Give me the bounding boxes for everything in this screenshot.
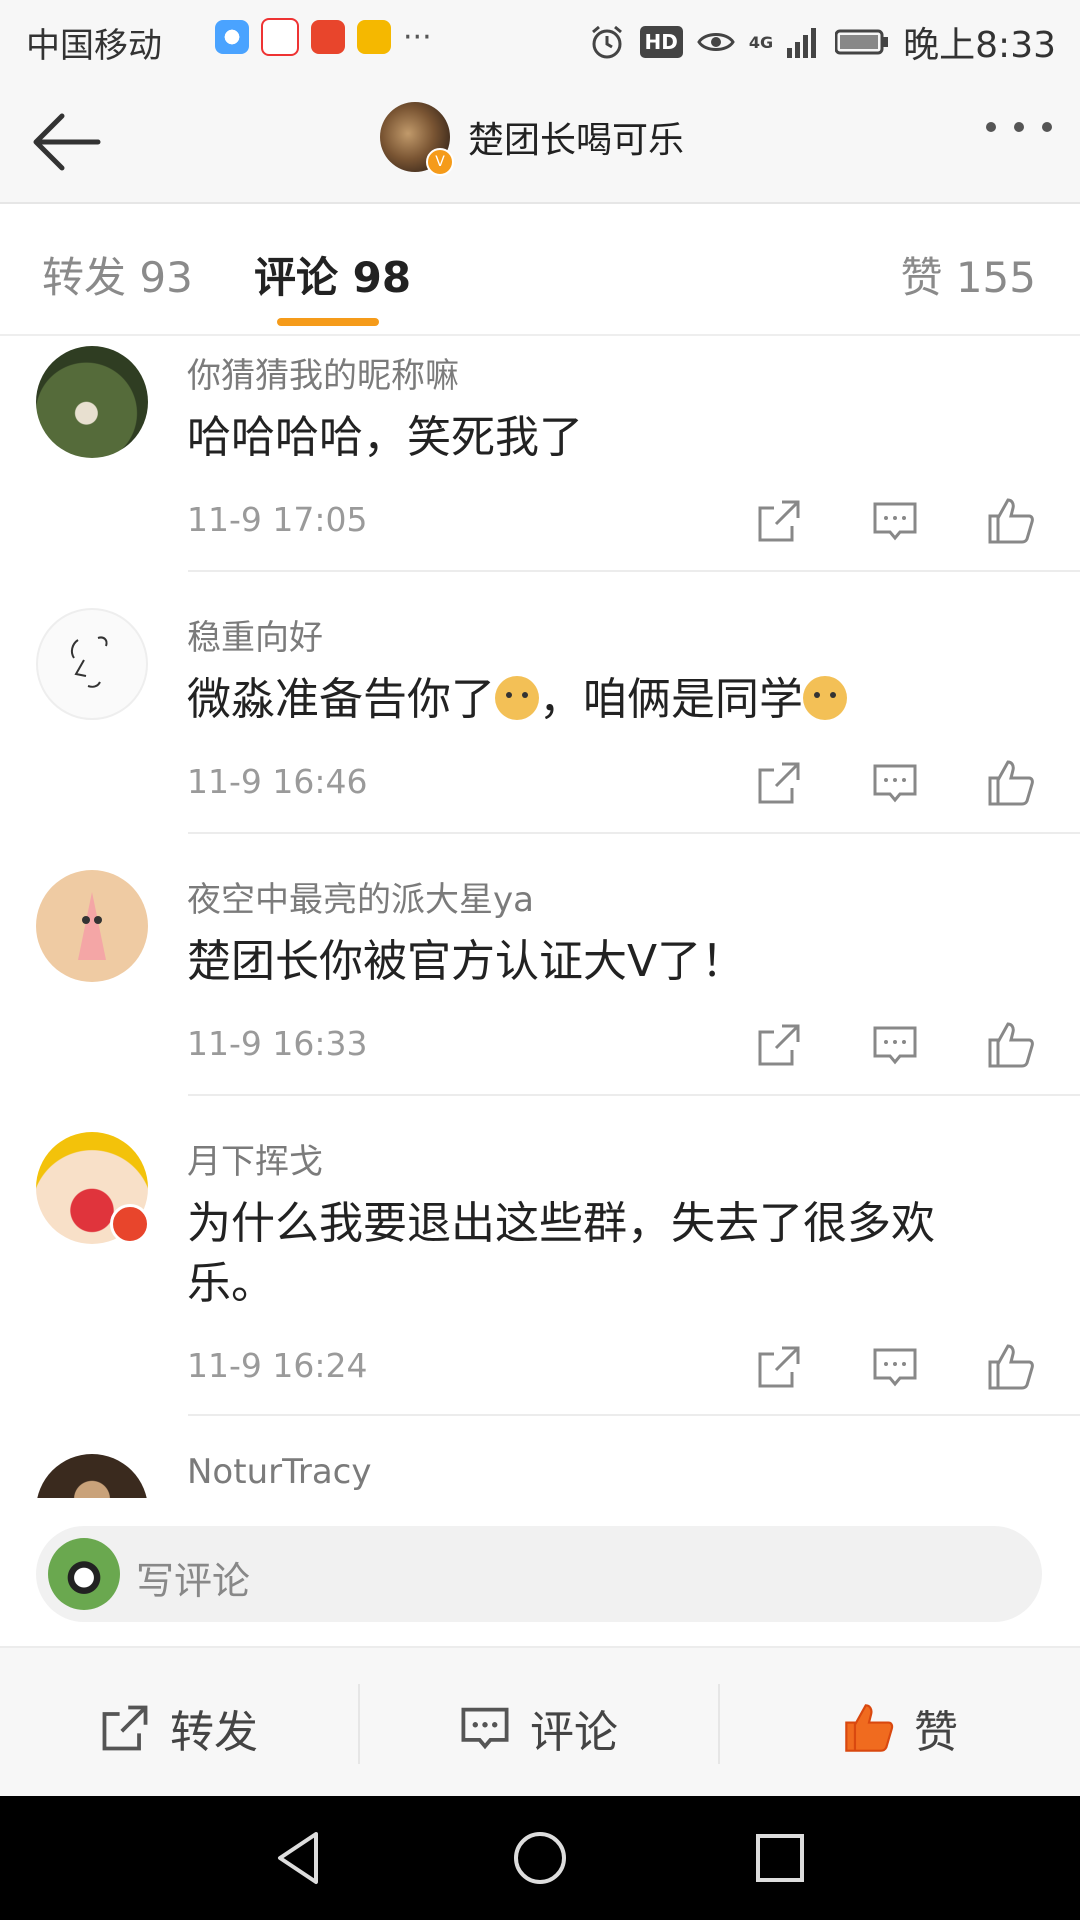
comment-icon: [461, 1707, 509, 1750]
comment-divider: [188, 1094, 1080, 1096]
comment-list[interactable]: 你猜猜我的昵称嘛 哈哈哈哈，笑死我了 11-9 17:05 稳重向好 微淼准备告…: [0, 336, 1080, 1498]
comment-input-placeholder: 写评论: [136, 1559, 251, 1603]
comment-button[interactable]: 评论: [458, 1696, 618, 1760]
clock-label: 晚上8:33: [903, 25, 1056, 66]
comment-button-label: 评论: [530, 1707, 618, 1758]
doge-emoji-icon: [803, 676, 847, 720]
comment-text-part: ，咱俩是同学: [539, 674, 803, 725]
tab-reposts[interactable]: 转发 93: [42, 244, 193, 305]
like-icon[interactable]: [986, 1342, 1036, 1392]
avatar[interactable]: [36, 346, 148, 458]
active-tab-indicator: [277, 318, 379, 326]
hd-badge: HD: [639, 26, 683, 58]
like-button[interactable]: 赞: [842, 1696, 958, 1760]
status-bar: 中国移动 ··· HD 4G 晚上8:33: [0, 0, 1080, 76]
like-icon[interactable]: [986, 758, 1036, 808]
reply-icon[interactable]: [870, 496, 920, 546]
avatar[interactable]: [36, 1132, 150, 1244]
weibo-icon: [357, 20, 391, 54]
share-icon: [102, 1705, 148, 1751]
comment-text: 哈哈哈哈，笑死我了: [187, 412, 583, 463]
divider: [718, 1684, 720, 1764]
nav-home-icon[interactable]: [508, 1826, 572, 1890]
comment-divider: [188, 1414, 1080, 1416]
comment-input[interactable]: 写评论: [36, 1526, 1042, 1622]
tab-comments[interactable]: 评论 98: [254, 244, 411, 305]
signal-icon: [787, 28, 817, 58]
comment-item: 你猜猜我的昵称嘛 哈哈哈哈，笑死我了 11-9 17:05: [0, 336, 1080, 598]
tab-likes[interactable]: 赞 155: [900, 244, 1036, 305]
page-title[interactable]: 楚团长喝可乐: [468, 111, 684, 163]
doge-emoji-icon: [495, 676, 539, 720]
patrick-star-icon: [78, 892, 106, 960]
avatar[interactable]: [36, 608, 148, 720]
comment-time: 11-9 16:33: [187, 1024, 368, 1063]
tab-bar: 转发 93 评论 98 赞 155: [0, 204, 1080, 336]
comment-username[interactable]: NoturTracy: [187, 1452, 372, 1492]
avatar[interactable]: [36, 1454, 148, 1498]
comment-item: NoturTracy: [0, 1442, 1080, 1498]
my-avatar: [48, 1538, 120, 1610]
more-notifications-icon: ···: [403, 19, 432, 55]
repost-icon[interactable]: [754, 758, 804, 808]
comment-text: 楚团长你被官方认证大V了！: [187, 936, 746, 987]
comment-username[interactable]: 稳重向好: [187, 610, 323, 659]
repost-icon[interactable]: [754, 1020, 804, 1070]
notification-icons: ···: [215, 18, 432, 56]
avatar[interactable]: [36, 870, 148, 982]
like-icon: [845, 1704, 894, 1752]
like-button-label: 赞: [914, 1707, 958, 1758]
nav-recents-icon[interactable]: [748, 1826, 812, 1890]
comment-item: 夜空中最亮的派大星ya 楚团长你被官方认证大V了！ 11-9 16:33: [0, 860, 1080, 1122]
alarm-icon: [591, 25, 622, 59]
verified-badge: [110, 1204, 150, 1244]
author-avatar[interactable]: V: [380, 102, 454, 176]
comment-divider: [188, 832, 1080, 834]
sina-icon: [261, 18, 299, 56]
comment-item: 月下挥戈 为什么我要退出这些群，失去了很多欢乐。 11-9 16:24: [0, 1122, 1080, 1442]
verified-badge: V: [426, 148, 454, 176]
bottom-action-bar: 转发 评论 赞: [0, 1646, 1080, 1798]
eye-icon: [697, 33, 735, 51]
system-navigation-bar: [0, 1796, 1080, 1920]
sketch-face-icon: [70, 636, 108, 688]
repost-icon[interactable]: [754, 1342, 804, 1392]
post-author-header[interactable]: V 楚团长喝可乐: [380, 102, 684, 176]
repost-icon[interactable]: [754, 496, 804, 546]
battery-icon: [835, 29, 889, 55]
top-bar: V 楚团长喝可乐: [0, 76, 1080, 204]
comment-time: 11-9 17:05: [187, 500, 368, 539]
back-arrow-icon[interactable]: [28, 104, 104, 180]
comment-username[interactable]: 你猜猜我的昵称嘛: [187, 348, 459, 397]
repost-button[interactable]: 转发: [98, 1696, 258, 1760]
divider: [358, 1684, 360, 1764]
reply-icon[interactable]: [870, 758, 920, 808]
carrier-label: 中国移动: [26, 26, 162, 66]
qq-browser-icon: [215, 20, 249, 54]
comment-username[interactable]: 夜空中最亮的派大星ya: [187, 872, 534, 921]
like-icon[interactable]: [986, 496, 1036, 546]
reply-icon[interactable]: [870, 1342, 920, 1392]
comment-time: 11-9 16:46: [187, 762, 368, 801]
comment-text-part: 微淼准备告你了: [187, 674, 495, 725]
nav-back-icon[interactable]: [268, 1826, 332, 1890]
comment-username[interactable]: 月下挥戈: [187, 1134, 323, 1183]
network-type-label: 4G: [748, 32, 774, 52]
more-options-icon[interactable]: [986, 122, 1052, 132]
repost-button-label: 转发: [170, 1707, 258, 1758]
comment-text: 微淼准备告你了 ，咱俩是同学: [187, 670, 1017, 730]
reply-icon[interactable]: [870, 1020, 920, 1070]
comment-time: 11-9 16:24: [187, 1346, 368, 1385]
pingan-securities-icon: [311, 20, 345, 54]
comment-item: 稳重向好 微淼准备告你了 ，咱俩是同学 11-9 16:46: [0, 598, 1080, 860]
comment-divider: [188, 570, 1080, 572]
comment-text: 为什么我要退出这些群，失去了很多欢乐。: [187, 1198, 935, 1309]
like-icon[interactable]: [986, 1020, 1036, 1070]
